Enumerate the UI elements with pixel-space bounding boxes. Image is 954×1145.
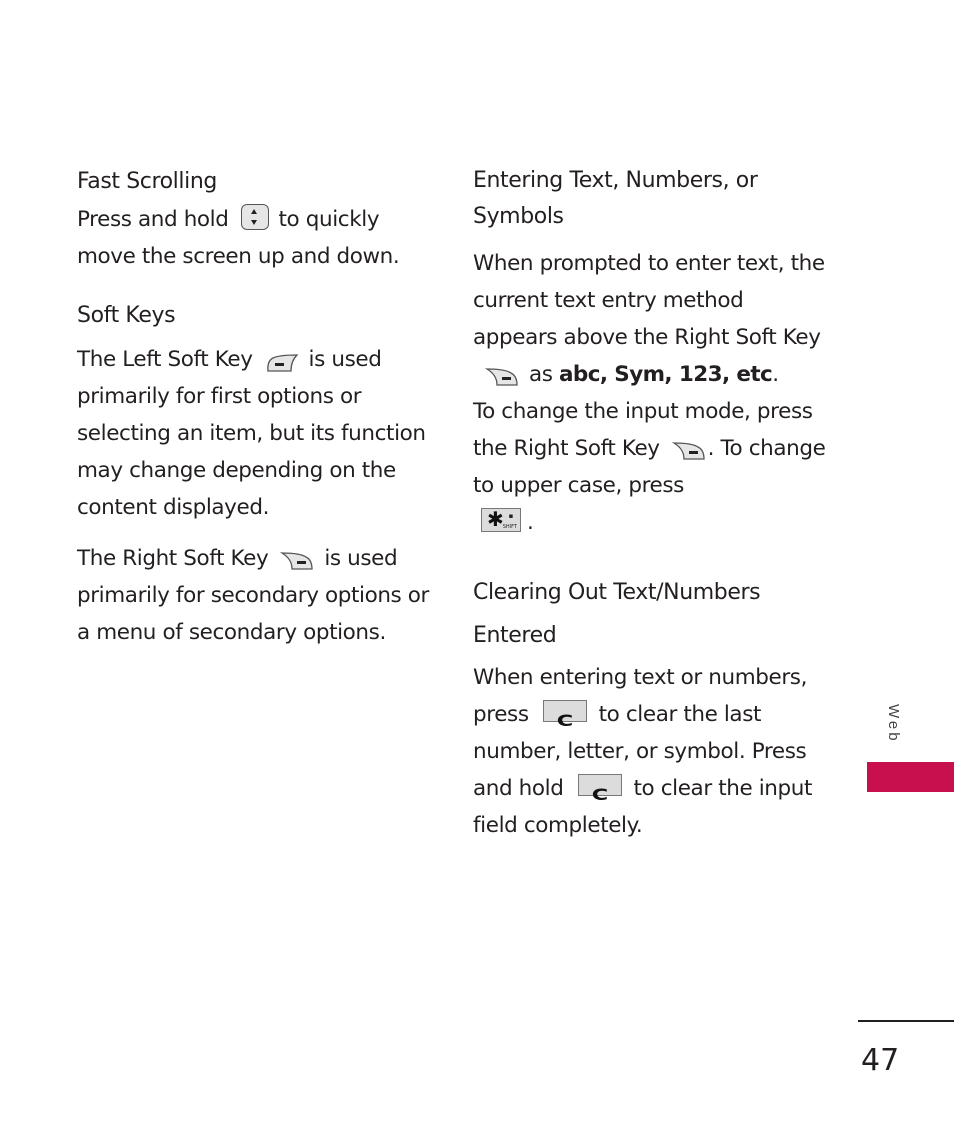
left-soft-key-icon <box>265 348 299 372</box>
entering-text-paragraph-1: When prompted to enter text, the current… <box>473 251 825 387</box>
entering-text-section: Entering Text, Numbers, or Symbols When … <box>473 163 833 541</box>
left-column: Fast Scrolling Press and hold to quickly … <box>77 163 437 663</box>
footer-divider <box>858 1020 954 1022</box>
entering-text-paragraph-2: To change the input mode, press the Righ… <box>473 399 826 535</box>
clear-key-icon: C <box>577 774 622 804</box>
left-soft-key-text: The Left Soft Key is used primarily for f… <box>77 347 426 520</box>
star-shift-key-icon: ✱ ▪ SHIFT <box>481 507 521 532</box>
clear-key-icon: C <box>542 700 587 730</box>
clearing-text-heading: Clearing Out Text/Numbers Entered <box>473 580 761 648</box>
fast-scrolling-heading: Fast Scrolling <box>77 169 217 194</box>
up-down-navigation-key-icon <box>240 204 269 230</box>
clearing-text-section: Clearing Out Text/Numbers Entered When e… <box>473 571 833 844</box>
section-tab-label: Web <box>885 704 902 744</box>
right-column: Entering Text, Numbers, or Symbols When … <box>473 163 833 856</box>
soft-keys-heading: Soft Keys <box>77 303 176 328</box>
soft-keys-section: Soft Keys The Left Soft Key is used prima… <box>77 297 437 651</box>
right-soft-key-text: The Right Soft Key is used primarily for … <box>77 546 429 645</box>
fast-scrolling-section: Fast Scrolling Press and hold to quickly … <box>77 163 437 275</box>
input-modes-text: abc, Sym, 123, etc <box>559 362 773 387</box>
right-soft-key-icon <box>279 546 314 570</box>
section-tab-marker <box>867 762 954 792</box>
clearing-text-paragraph: When entering text or numbers, press Cto … <box>473 665 813 838</box>
entering-text-heading: Entering Text, Numbers, or Symbols <box>473 168 758 229</box>
page-number: 47 <box>861 1043 900 1078</box>
right-soft-key-icon <box>484 362 519 386</box>
right-soft-key-icon <box>671 436 706 460</box>
fast-scrolling-text: Press and hold to quickly move the screen… <box>77 201 437 275</box>
